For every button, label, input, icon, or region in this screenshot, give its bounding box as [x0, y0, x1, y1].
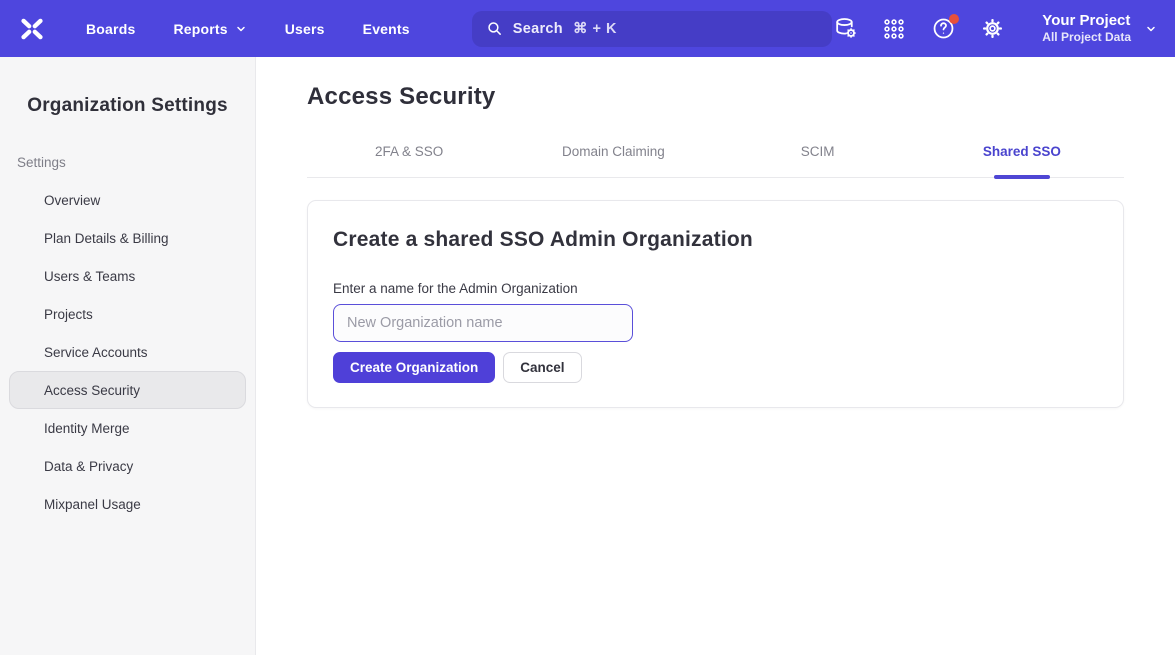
project-selector[interactable]: Your Project All Project Data [1042, 12, 1157, 46]
sidebar-title: Organization Settings [0, 95, 255, 117]
search-shortcut: ⌘ + K [573, 21, 617, 37]
mixpanel-logo[interactable] [18, 15, 46, 43]
data-management-icon [833, 16, 858, 41]
sidebar-item-plan-details-billing[interactable]: Plan Details & Billing [9, 219, 246, 257]
sidebar-item-service-accounts[interactable]: Service Accounts [9, 333, 246, 371]
project-subtitle: All Project Data [1042, 30, 1131, 45]
sidebar-item-label: Mixpanel Usage [44, 497, 141, 512]
sidebar-item-label: Users & Teams [44, 269, 135, 284]
sidebar-item-access-security[interactable]: Access Security [9, 371, 246, 409]
sidebar-item-mixpanel-usage[interactable]: Mixpanel Usage [9, 485, 246, 523]
nav-item-users[interactable]: Users [285, 21, 325, 37]
sidebar-item-projects[interactable]: Projects [9, 295, 246, 333]
nav-item-reports[interactable]: Reports [173, 21, 246, 37]
tab-label: SCIM [801, 144, 835, 159]
nav-item-label: Boards [86, 21, 135, 37]
tab-scim[interactable]: SCIM [716, 144, 920, 177]
apps-grid-icon [882, 17, 906, 41]
tab-shared-sso[interactable]: Shared SSO [920, 144, 1124, 177]
help-button[interactable] [930, 16, 956, 42]
notification-dot [949, 14, 959, 24]
project-name: Your Project [1042, 12, 1131, 31]
cancel-button[interactable]: Cancel [503, 352, 581, 383]
sidebar-item-label: Overview [44, 193, 100, 208]
apps-grid-button[interactable] [881, 16, 907, 42]
settings-sidebar: Organization Settings Settings Overview … [0, 57, 256, 655]
tab-domain-claiming[interactable]: Domain Claiming [511, 144, 715, 177]
settings-gear-icon [980, 16, 1005, 41]
sidebar-item-label: Plan Details & Billing [44, 231, 169, 246]
sidebar-item-label: Identity Merge [44, 421, 130, 436]
primary-nav: Boards Reports Users Events [86, 21, 410, 37]
sidebar-item-label: Access Security [44, 383, 140, 398]
active-tab-underline [994, 175, 1050, 179]
sidebar-item-data-privacy[interactable]: Data & Privacy [9, 447, 246, 485]
settings-gear-button[interactable] [979, 16, 1005, 42]
global-search-input[interactable]: Search ⌘ + K [472, 11, 832, 47]
sidebar-item-users-teams[interactable]: Users & Teams [9, 257, 246, 295]
sidebar-item-label: Projects [44, 307, 93, 322]
search-placeholder: Search [513, 21, 563, 37]
card-title: Create a shared SSO Admin Organization [333, 228, 1098, 252]
data-management-button[interactable] [832, 16, 858, 42]
topbar-actions: Your Project All Project Data [832, 12, 1157, 46]
tab-label: 2FA & SSO [375, 144, 443, 159]
sidebar-item-overview[interactable]: Overview [9, 181, 246, 219]
access-security-tabs: 2FA & SSO Domain Claiming SCIM Shared SS… [307, 144, 1124, 178]
sidebar-item-identity-merge[interactable]: Identity Merge [9, 409, 246, 447]
nav-item-boards[interactable]: Boards [86, 21, 135, 37]
chevron-down-icon [1145, 23, 1157, 35]
tab-label: Domain Claiming [562, 144, 665, 159]
nav-item-label: Events [363, 21, 410, 37]
sidebar-nav-list: Overview Plan Details & Billing Users & … [0, 181, 255, 523]
create-organization-button[interactable]: Create Organization [333, 352, 495, 383]
organization-name-label: Enter a name for the Admin Organization [333, 281, 1098, 296]
card-actions: Create Organization Cancel [333, 352, 1098, 383]
main-content: Access Security 2FA & SSO Domain Claimin… [256, 57, 1175, 655]
page-title: Access Security [307, 83, 1124, 111]
mixpanel-logo-icon [19, 16, 45, 42]
tab-label: Shared SSO [983, 144, 1061, 159]
sidebar-section-label: Settings [17, 155, 255, 170]
organization-name-input[interactable] [333, 304, 633, 342]
sidebar-item-label: Service Accounts [44, 345, 148, 360]
create-shared-sso-card: Create a shared SSO Admin Organization E… [307, 200, 1124, 408]
nav-item-label: Reports [173, 21, 227, 37]
tab-2fa-sso[interactable]: 2FA & SSO [307, 144, 511, 177]
chevron-down-icon [235, 23, 247, 35]
search-icon [486, 20, 503, 37]
project-selector-text: Your Project All Project Data [1042, 12, 1131, 46]
sidebar-item-label: Data & Privacy [44, 459, 133, 474]
nav-item-events[interactable]: Events [363, 21, 410, 37]
app-window: Boards Reports Users Events Search ⌘ + K [0, 0, 1175, 655]
nav-item-label: Users [285, 21, 325, 37]
top-navigation-bar: Boards Reports Users Events Search ⌘ + K [0, 0, 1175, 57]
